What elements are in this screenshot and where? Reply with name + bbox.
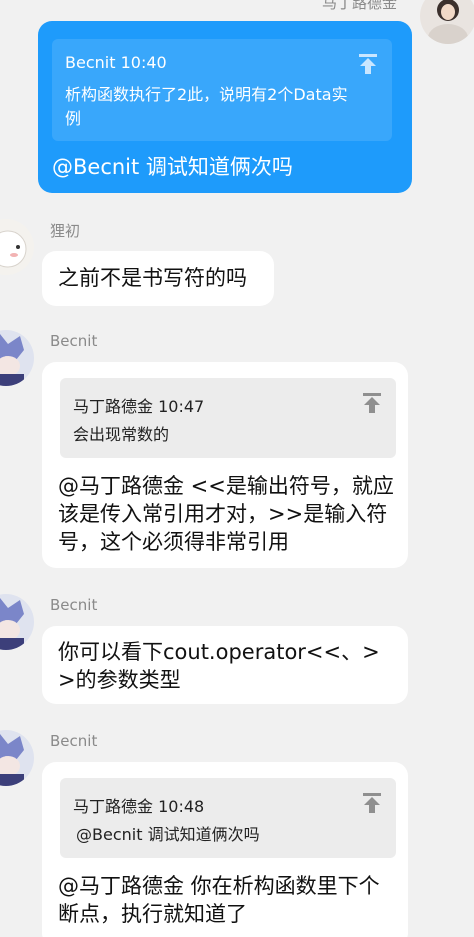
avatar-becnit[interactable] (0, 730, 34, 786)
quote-author: 马丁路德金 (73, 397, 154, 416)
jump-to-original-icon[interactable] (358, 53, 378, 75)
quote-header: Becnit 10:40 (65, 53, 167, 72)
message-text: 你可以看下cout.operator<<、>>的参数类型 (58, 640, 380, 692)
sender-name: Becnit (50, 732, 98, 750)
message-text: @马丁路德金 <<是输出符号，就应该是传入常引用才对，>>是输入符号，这个必须得… (58, 474, 394, 554)
message-text: @Becnit 调试知道俩次吗 (52, 155, 293, 179)
avatar-self[interactable] (420, 0, 474, 44)
quoted-message[interactable]: 马丁路德金 10:47 会出现常数的 (60, 378, 396, 458)
message-bubble-own[interactable]: Becnit 10:40 析构函数执行了2此，说明有2个Data实例 @Becn… (38, 21, 412, 193)
sender-name: Becnit (50, 596, 98, 614)
jump-to-original-icon[interactable] (362, 392, 382, 414)
quote-header: 马丁路德金 10:48 (73, 793, 204, 817)
message-text: @马丁路德金 你在析构函数里下个断点，执行就知道了 (58, 874, 380, 926)
sender-name: 狸初 (50, 222, 81, 240)
quote-time: 10:40 (120, 53, 167, 72)
quote-author: Becnit (65, 53, 116, 72)
top-sender-name: 马丁路德金 (322, 0, 398, 12)
jump-to-original-icon[interactable] (362, 792, 382, 814)
avatar-lichu[interactable] (0, 219, 34, 275)
quote-time: 10:48 (158, 797, 205, 816)
quote-text: 析构函数执行了2此，说明有2个Data实例 (65, 85, 348, 128)
quote-author: 马丁路德金 (73, 797, 154, 816)
message-bubble[interactable]: 你可以看下cout.operator<<、>>的参数类型 (42, 626, 408, 704)
quoted-message[interactable]: Becnit 10:40 析构函数执行了2此，说明有2个Data实例 (52, 39, 392, 141)
quoted-message[interactable]: 马丁路德金 10:48 @Becnit 调试知道俩次吗 (60, 778, 396, 858)
quote-text: @Becnit 调试知道俩次吗 (76, 825, 260, 844)
quote-time: 10:47 (158, 397, 205, 416)
message-bubble[interactable]: 马丁路德金 10:47 会出现常数的 @马丁路德金 <<是输出符号，就应该是传入… (42, 362, 408, 568)
chat-screen: 马丁路德金 Becnit 10:40 析构函数执行了2此，说明有2个Data实例… (0, 0, 474, 937)
sender-name: Becnit (50, 332, 98, 350)
message-bubble[interactable]: 之前不是书写符的吗 (42, 251, 274, 306)
message-bubble[interactable]: 马丁路德金 10:48 @Becnit 调试知道俩次吗 @马丁路德金 你在析构函… (42, 762, 408, 937)
avatar-becnit[interactable] (0, 330, 34, 386)
quote-header: 马丁路德金 10:47 (73, 393, 204, 417)
avatar-becnit[interactable] (0, 594, 34, 650)
message-text: 之前不是书写符的吗 (58, 266, 247, 290)
quote-text: 会出现常数的 (73, 425, 170, 444)
